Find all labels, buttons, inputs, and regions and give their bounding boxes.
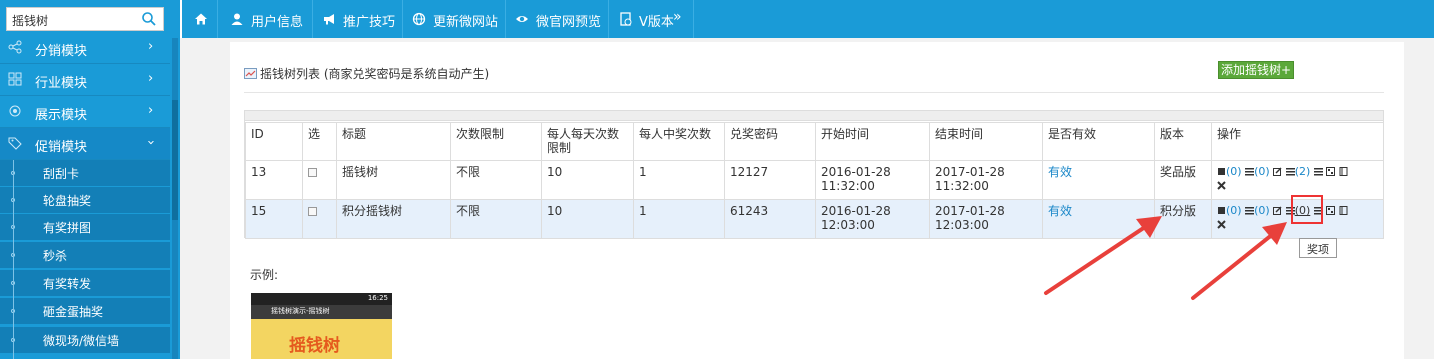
annotation-arrows — [1044, 216, 1287, 300]
annotation-arrowhead — [1136, 216, 1162, 238]
annotation-arrow — [1191, 232, 1275, 300]
annotation-arrow — [1044, 223, 1150, 295]
